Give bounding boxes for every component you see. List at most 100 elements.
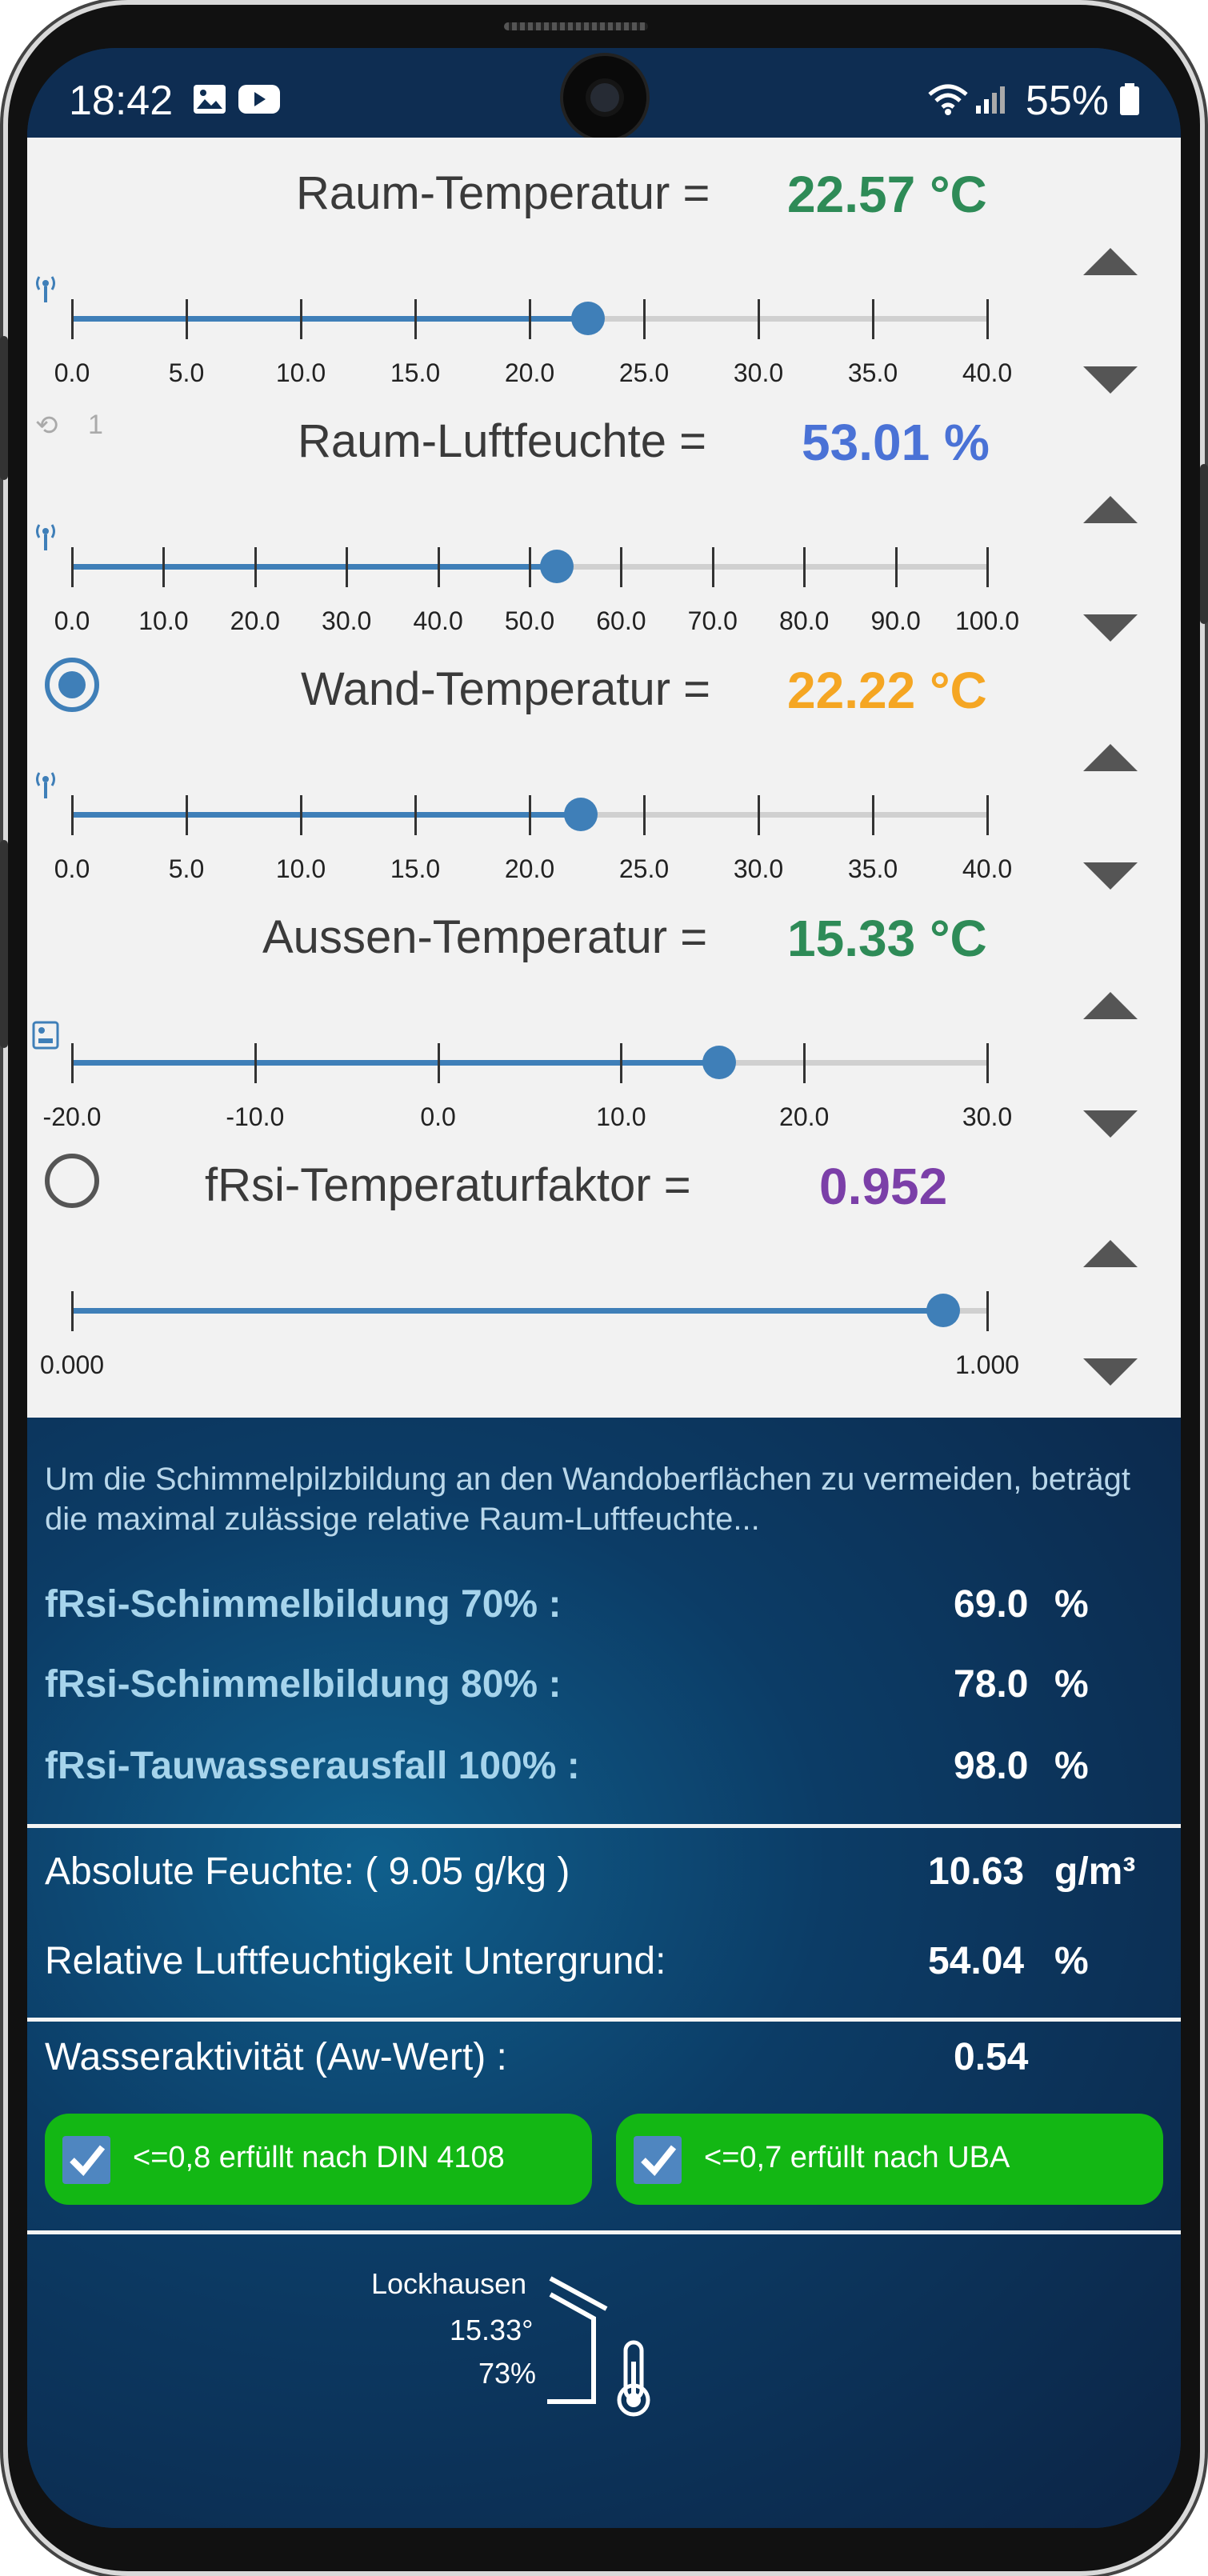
room-humidity-increase-button[interactable] (1083, 496, 1138, 523)
slider-tick-label: 40.0 (962, 854, 1013, 883)
slider-tick-label: -10.0 (226, 1102, 285, 1131)
slider-tick (711, 547, 714, 587)
slider-tick (643, 795, 646, 835)
slider-tick-label: 0.0 (420, 1102, 456, 1131)
side-button-left (0, 336, 8, 480)
slider-tick-label: 35.0 (847, 854, 898, 883)
slider-tick-label: 20.0 (504, 358, 555, 387)
slider-tick-label: 10.0 (596, 1102, 646, 1131)
frsi-mold-80-label: fRsi-Schimmelbildung 80% : (45, 1663, 562, 1706)
results-panel: Um die Schimmelpilzbildung an den Wandob… (27, 1418, 1181, 2528)
antenna-icon (36, 524, 55, 550)
frsi-increase-button[interactable] (1083, 1240, 1138, 1267)
screen: 18:42 55% Raum-Temperatur = 22.57 °C 0.0… (27, 48, 1181, 2528)
slider-thumb[interactable] (540, 550, 574, 583)
slider-tick-label: 20.0 (504, 854, 555, 883)
slider-tick (529, 795, 531, 835)
slider-tick (643, 299, 646, 339)
frsi-mold-80-value: 78.0 (954, 1663, 1029, 1706)
slider-tick-label: 0.0 (54, 358, 90, 387)
din-4108-badge: <=0,8 erfüllt nach DIN 4108 (45, 2114, 592, 2205)
slider-tick-label: 90.0 (870, 606, 921, 635)
house-thermometer-icon[interactable] (546, 2274, 666, 2418)
slider-row-room-humidity: ⟲ 1 Raum-Luftfeuchte = 53.01 % 0.0 10.0 20… (27, 386, 1181, 642)
slider-tick (529, 547, 531, 587)
slider-tick (162, 547, 166, 587)
wall-temperature-radio[interactable] (45, 658, 99, 712)
slider-tick-label: 25.0 (618, 854, 670, 883)
wall-temperature-increase-button[interactable] (1083, 744, 1138, 771)
divider (27, 2230, 1181, 2234)
slider-panel: Raum-Temperatur = 22.57 °C 0.0 5.0 10.0 15.… (27, 138, 1181, 1418)
slider-tick-label: 100.0 (954, 606, 1020, 635)
room-humidity-value: 53.01 % (802, 414, 990, 471)
absolute-humidity-label: Absolute Feuchte: ( 9.05 g/kg ) (45, 1850, 570, 1893)
gallery-icon (194, 85, 226, 114)
slider-tick (71, 299, 74, 339)
divider (27, 1824, 1181, 1828)
slider-tick (872, 299, 874, 339)
slider-tick-label: 0.0 (54, 606, 90, 635)
frsi-condensation-100-value: 98.0 (954, 1745, 1029, 1787)
slider-tick (803, 1043, 806, 1083)
frsi-radio[interactable] (45, 1154, 99, 1208)
slider-tick (346, 547, 349, 587)
water-activity-label: Wasseraktivität (Aw-Wert) : (45, 2036, 507, 2078)
divider (27, 2018, 1181, 2022)
weather-station-icon (32, 1021, 59, 1050)
frsi-mold-70-value: 69.0 (954, 1583, 1029, 1626)
side-button-right (1200, 464, 1208, 624)
frsi-mold-80-unit: % (1054, 1663, 1089, 1706)
slider-tick-label: 30.0 (733, 358, 784, 387)
slider-thumb[interactable] (564, 798, 598, 831)
check-icon (634, 2136, 682, 2184)
slider-tick (986, 299, 989, 339)
front-camera (563, 56, 646, 139)
history-icon: ⟲ (35, 410, 58, 441)
slider-thumb[interactable] (702, 1046, 736, 1079)
slider-tick (300, 795, 302, 835)
battery-icon (1120, 83, 1139, 115)
room-temperature-label: Raum-Temperatur = (296, 167, 710, 219)
outside-temperature-label: Aussen-Temperatur = (262, 911, 708, 963)
slider-tick-label: 5.0 (168, 854, 205, 883)
battery-percent: 55% (1025, 78, 1109, 124)
slider-tick (758, 795, 760, 835)
slider-tick (254, 547, 257, 587)
status-bar: 18:42 55% (27, 48, 1181, 139)
slider-tick-label: 70.0 (687, 606, 738, 635)
slider-row-outside-temperature: Aussen-Temperatur = 15.33 °C -20.0 -10.0 0… (27, 882, 1181, 1138)
slider-tick-label: 20.0 (230, 606, 280, 635)
slider-tick (186, 299, 188, 339)
slider-fill (72, 316, 589, 322)
slider-tick-label: 15.0 (390, 358, 441, 387)
slider-tick (986, 547, 989, 587)
slider-tick-label: 30.0 (322, 606, 372, 635)
signal-icon (976, 86, 1005, 114)
slider-tick-label: 80.0 (779, 606, 830, 635)
relative-humidity-substrate-unit: % (1054, 1940, 1089, 1982)
outside-temperature-increase-button[interactable] (1083, 992, 1138, 1019)
frsi-value: 0.952 (819, 1158, 948, 1215)
location-temperature: 15.33° (450, 2314, 534, 2346)
slider-thumb[interactable] (926, 1294, 961, 1327)
slider-thumb[interactable] (571, 302, 606, 335)
slider-tick (71, 795, 74, 835)
slider-tick-label: 10.0 (275, 854, 326, 883)
slider-tick (803, 547, 806, 587)
slider-tick (894, 547, 898, 587)
youtube-icon (238, 85, 280, 114)
frsi-label: fRsi-Temperaturfaktor = (205, 1159, 691, 1211)
slider-tick-label: 0.000 (39, 1350, 105, 1379)
frsi-decrease-button[interactable] (1083, 1358, 1138, 1386)
room-temperature-increase-button[interactable] (1083, 248, 1138, 275)
slider-tick (986, 1043, 989, 1083)
slider-tick-label: 30.0 (962, 1102, 1013, 1131)
slider-fill (72, 564, 558, 570)
uba-badge: <=0,7 erfüllt nach UBA (616, 2114, 1163, 2205)
relative-humidity-substrate-label: Relative Luftfeuchtigkeit Untergrund: (45, 1940, 666, 1982)
slider-row-wall-temperature: Wand-Temperatur = 22.22 °C 0.0 5.0 10.0 15.… (27, 634, 1181, 890)
slider-tick-label: 35.0 (847, 358, 898, 387)
slider-tick-label: 0.0 (54, 854, 90, 883)
slider-fill (72, 812, 582, 818)
